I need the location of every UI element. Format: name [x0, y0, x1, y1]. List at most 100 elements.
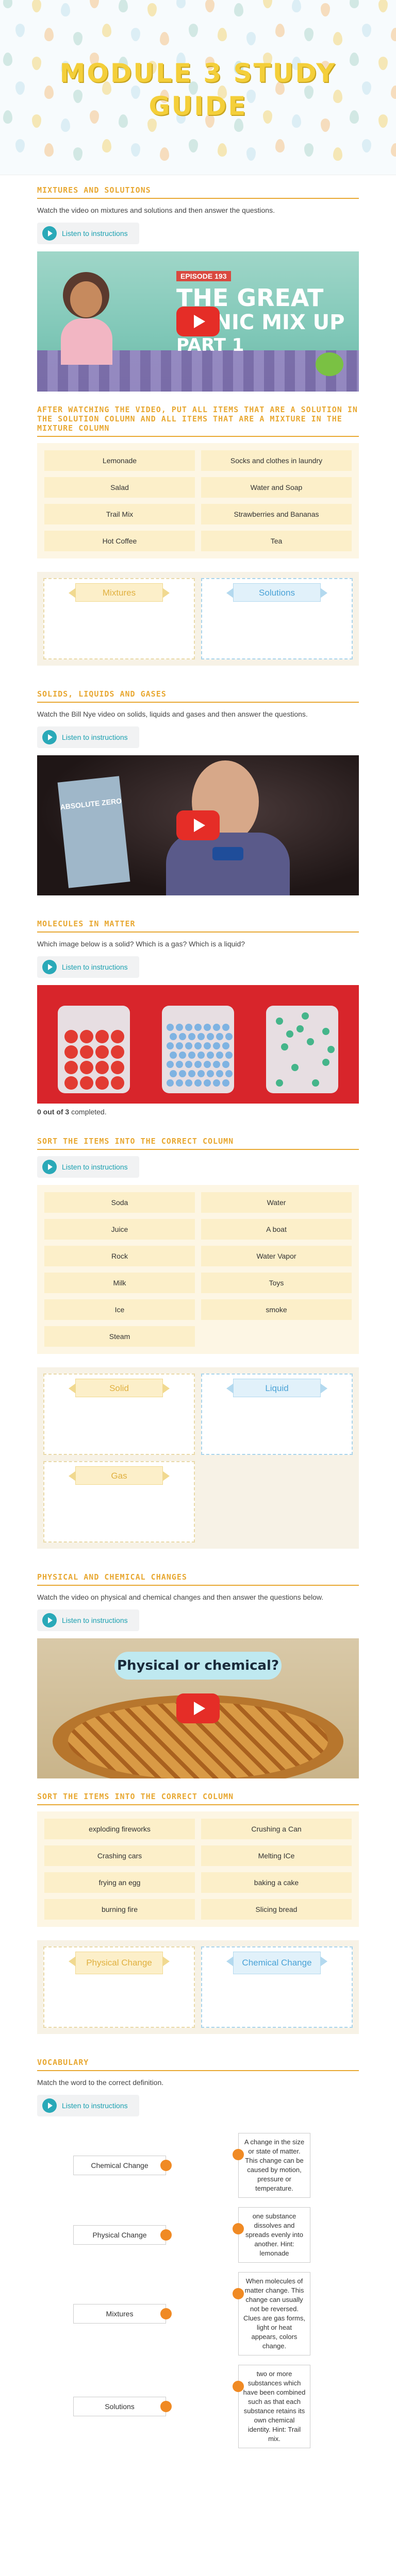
vocab-definition[interactable]: When molecules of matter change. This ch…	[233, 2272, 310, 2355]
host-face	[70, 281, 102, 317]
listen-button[interactable]: Listen to instructions	[37, 1609, 139, 1631]
molecule-particle	[216, 1070, 223, 1077]
page-title: MODULE 3 STUDY GUIDE	[59, 58, 337, 121]
draggable-item[interactable]: Milk	[44, 1273, 195, 1293]
molecule-particle	[213, 1079, 220, 1087]
listen-button[interactable]: Listen to instructions	[37, 1156, 139, 1178]
jar-liquid[interactable]	[162, 1006, 234, 1093]
drop-zone-liquid[interactable]: Liquid	[201, 1374, 353, 1455]
youtube-play-button[interactable]	[176, 810, 220, 840]
draggable-item[interactable]: Rock	[44, 1246, 195, 1266]
molecule-particle	[225, 1033, 233, 1040]
drop-zones-sort3: Physical Change Chemical Change	[37, 1940, 359, 2034]
raindrop-decoration	[44, 143, 54, 157]
drop-zone-gas[interactable]: Gas	[43, 1461, 195, 1543]
molecule-particle	[286, 1030, 293, 1038]
draggable-item[interactable]: Water and Soap	[201, 477, 352, 498]
molecule-particle	[216, 1033, 223, 1040]
video-caption: Physical or chemical?	[114, 1652, 282, 1680]
draggable-item[interactable]: Slicing bread	[201, 1899, 352, 1920]
listen-button[interactable]: Listen to instructions	[37, 726, 139, 748]
draggable-item[interactable]: Lemonade	[44, 450, 195, 471]
raindrop-decoration	[73, 32, 82, 45]
raindrop-decoration	[304, 143, 314, 157]
drop-zone-chemical[interactable]: Chemical Change	[201, 1946, 353, 2028]
play-icon	[42, 730, 57, 744]
jar-solid[interactable]	[58, 1006, 130, 1093]
vocab-row: Physical Change one substance dissolves a…	[73, 2207, 310, 2263]
video-player-changes[interactable]: Physical or chemical?	[37, 1638, 359, 1778]
draggable-item[interactable]: Crushing a Can	[201, 1819, 352, 1839]
raindrop-decoration	[275, 139, 285, 152]
listen-button[interactable]: Listen to instructions	[37, 956, 139, 978]
draggable-item[interactable]: Toys	[201, 1273, 352, 1293]
molecule-particle	[80, 1045, 93, 1059]
vocab-term[interactable]: Solutions	[73, 2397, 172, 2416]
draggable-item[interactable]: Melting ICe	[201, 1845, 352, 1866]
raindrop-decoration	[102, 24, 111, 37]
molecule-particle	[179, 1070, 186, 1077]
draggable-item[interactable]: Juice	[44, 1219, 195, 1240]
draggable-item[interactable]: baking a cake	[201, 1872, 352, 1893]
header-banner: MODULE 3 STUDY GUIDE	[0, 0, 396, 175]
vocab-term[interactable]: Physical Change	[73, 2225, 172, 2245]
molecule-particle	[207, 1033, 214, 1040]
draggable-item[interactable]: Ice	[44, 1299, 195, 1320]
draggable-item[interactable]: burning fire	[44, 1899, 195, 1920]
section-title-states: SOLIDS, LIQUIDS AND GASES	[37, 689, 359, 703]
draggable-item[interactable]: Salad	[44, 477, 195, 498]
listen-button[interactable]: Listen to instructions	[37, 223, 139, 244]
molecule-particle	[302, 1012, 309, 1020]
draggable-item[interactable]: Strawberries and Bananas	[201, 504, 352, 524]
draggable-item[interactable]: Tea	[201, 531, 352, 551]
draggable-item[interactable]: Socks and clothes in laundry	[201, 450, 352, 471]
vocab-definition[interactable]: A change in the size or state of matter.…	[233, 2133, 310, 2198]
vocab-definition[interactable]: one substance dissolves and spreads even…	[233, 2207, 310, 2263]
draggable-item[interactable]: frying an egg	[44, 1872, 195, 1893]
vocab-definition[interactable]: two or more substances which have been c…	[233, 2365, 310, 2448]
listen-button[interactable]: Listen to instructions	[37, 2095, 139, 2116]
molecule-particle	[95, 1061, 109, 1074]
molecule-particle	[185, 1079, 192, 1087]
molecule-particle	[276, 1079, 283, 1087]
jar-gas[interactable]	[266, 1006, 338, 1093]
video-episode: EPISODE 193	[176, 271, 231, 281]
video-player-mixtures[interactable]: EPISODE 193 THE GREAT PICNIC MIX UP PART…	[37, 251, 359, 392]
molecule-particle	[185, 1042, 192, 1049]
draggable-item[interactable]: Water Vapor	[201, 1246, 352, 1266]
draggable-item[interactable]: smoke	[201, 1299, 352, 1320]
raindrop-decoration	[333, 147, 342, 161]
molecule-particle	[80, 1076, 93, 1090]
youtube-play-button[interactable]	[176, 1693, 220, 1723]
vocab-row: Chemical Change A change in the size or s…	[73, 2133, 310, 2198]
section-title-molecules: MOLECULES IN MATTER	[37, 919, 359, 933]
video-player-states[interactable]: ABSOLUTE ZERO	[37, 755, 359, 895]
vocab-term[interactable]: Mixtures	[73, 2304, 172, 2324]
molecule-particle	[225, 1070, 233, 1077]
draggable-items-sort2: Soda Water Juice A boat Rock Water Vapor Milk T…	[37, 1185, 359, 1354]
draggable-item[interactable]: exploding fireworks	[44, 1819, 195, 1839]
video-title-3: PART 1	[176, 335, 244, 355]
drop-zone-solid[interactable]: Solid	[43, 1374, 195, 1455]
zone-label-gas: Gas	[69, 1466, 170, 1485]
vocab-term[interactable]: Chemical Change	[73, 2156, 172, 2175]
draggable-item[interactable]: Water	[201, 1192, 352, 1213]
raindrop-decoration	[263, 0, 272, 8]
draggable-item[interactable]: A boat	[201, 1219, 352, 1240]
molecule-particle	[207, 1070, 214, 1077]
drop-zone-mixtures[interactable]: Mixtures	[43, 578, 195, 659]
raindrop-decoration	[362, 24, 371, 37]
draggable-item[interactable]: Hot Coffee	[44, 531, 195, 551]
youtube-play-button[interactable]	[176, 307, 220, 336]
draggable-item[interactable]: Soda	[44, 1192, 195, 1213]
molecule-particle	[207, 1052, 214, 1059]
draggable-item[interactable]: Steam	[44, 1326, 195, 1347]
drop-zone-physical[interactable]: Physical Change	[43, 1946, 195, 2028]
molecule-particle	[176, 1079, 183, 1087]
draggable-item[interactable]: Trail Mix	[44, 504, 195, 524]
drop-zone-solutions[interactable]: Solutions	[201, 578, 353, 659]
molecule-particle	[176, 1024, 183, 1031]
zone-label-solutions: Solutions	[226, 583, 327, 602]
draggable-item[interactable]: Crashing cars	[44, 1845, 195, 1866]
molecule-particle	[312, 1079, 319, 1087]
